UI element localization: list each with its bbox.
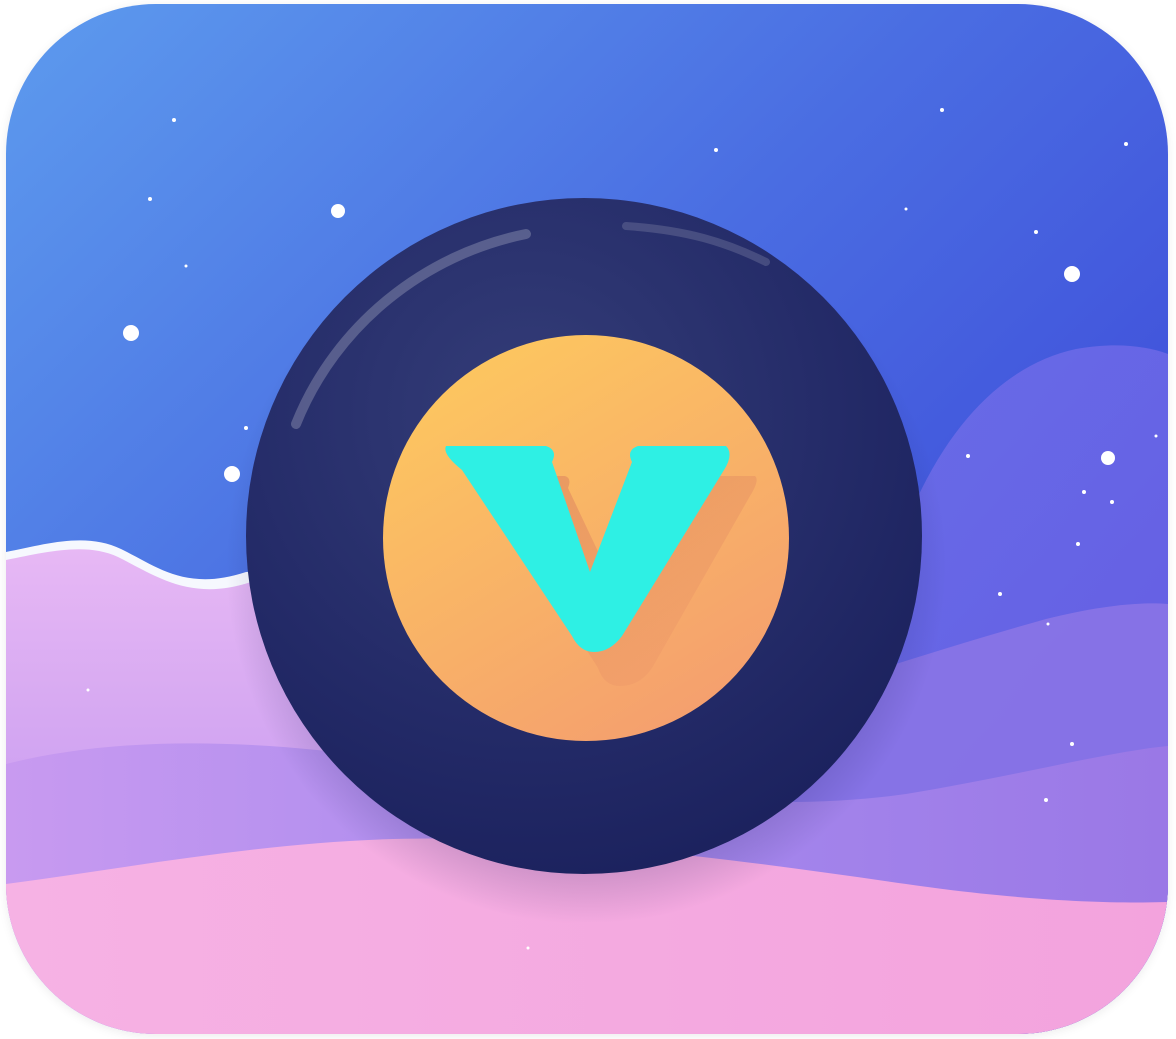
app-icon-canvas: V — [0, 0, 1176, 1039]
app-icon-tile[interactable]: V — [6, 4, 1168, 1034]
app-icon-artwork: V — [6, 4, 1168, 1034]
